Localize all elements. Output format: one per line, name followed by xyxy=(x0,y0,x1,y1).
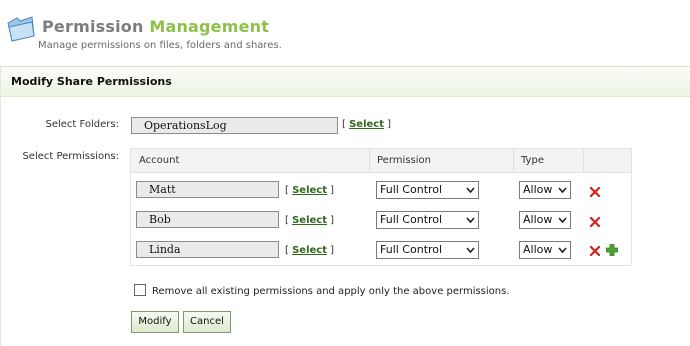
page-title-part2: Management xyxy=(149,17,270,36)
panel-title: Modify Share Permissions xyxy=(1,67,690,97)
account-select-link-wrapper: [ Select ] xyxy=(285,245,335,256)
select-permissions-label: Select Permissions: xyxy=(22,151,119,162)
page-title: Permission Management xyxy=(42,17,269,36)
permission-dropdown[interactable]: Full Control xyxy=(376,241,479,259)
permissions-table-header: Account Permission Type xyxy=(131,149,631,173)
type-dropdown[interactable]: Allow xyxy=(519,241,571,259)
chevron-down-icon xyxy=(466,217,475,224)
remove-existing-label: Remove all existing permissions and appl… xyxy=(152,286,510,297)
account-select-link[interactable]: Select xyxy=(292,215,327,226)
permission-dropdown-value: Full Control xyxy=(380,213,443,226)
account-select-link-wrapper: [ Select ] xyxy=(285,185,335,196)
chevron-down-icon xyxy=(558,187,567,194)
account-input[interactable]: Matt xyxy=(136,181,279,198)
column-account: Account xyxy=(139,155,180,166)
folder-input[interactable]: OperationsLog xyxy=(131,117,338,134)
remove-existing-checkbox[interactable] xyxy=(134,284,146,296)
folder-select-link[interactable]: Select xyxy=(349,119,384,130)
remove-row-icon[interactable] xyxy=(590,246,600,256)
permission-dropdown-value: Full Control xyxy=(380,183,443,196)
account-input[interactable]: Linda xyxy=(136,241,279,258)
type-dropdown[interactable]: Allow xyxy=(519,181,571,199)
column-permission: Permission xyxy=(377,155,431,166)
modify-button[interactable]: Modify xyxy=(131,311,179,333)
permission-dropdown-value: Full Control xyxy=(380,243,443,256)
account-select-link-wrapper: [ Select ] xyxy=(285,215,335,226)
column-type: Type xyxy=(521,155,544,166)
type-dropdown-value: Allow xyxy=(523,243,553,256)
remove-row-icon[interactable] xyxy=(590,217,600,227)
chevron-down-icon xyxy=(558,217,567,224)
account-select-link[interactable]: Select xyxy=(292,245,327,256)
permission-dropdown[interactable]: Full Control xyxy=(376,181,479,199)
permission-dropdown[interactable]: Full Control xyxy=(376,211,479,229)
type-dropdown-value: Allow xyxy=(523,213,553,226)
chevron-down-icon xyxy=(466,247,475,254)
account-select-link[interactable]: Select xyxy=(292,185,327,196)
account-input[interactable]: Bob xyxy=(136,211,279,228)
chevron-down-icon xyxy=(466,187,475,194)
cancel-button[interactable]: Cancel xyxy=(183,311,231,333)
page-title-part1: Permission xyxy=(42,17,144,36)
type-dropdown-value: Allow xyxy=(523,183,553,196)
folder-select-link-wrapper: [ Select ] xyxy=(342,119,392,130)
remove-row-icon[interactable] xyxy=(590,187,600,197)
add-row-icon[interactable] xyxy=(606,244,618,256)
chevron-down-icon xyxy=(558,247,567,254)
page-header: Permission Management Manage permissions… xyxy=(0,0,690,64)
select-folders-label: Select Folders: xyxy=(45,119,119,130)
folder-icon xyxy=(7,16,35,42)
type-dropdown[interactable]: Allow xyxy=(519,211,571,229)
page-subtitle: Manage permissions on files, folders and… xyxy=(38,40,282,51)
